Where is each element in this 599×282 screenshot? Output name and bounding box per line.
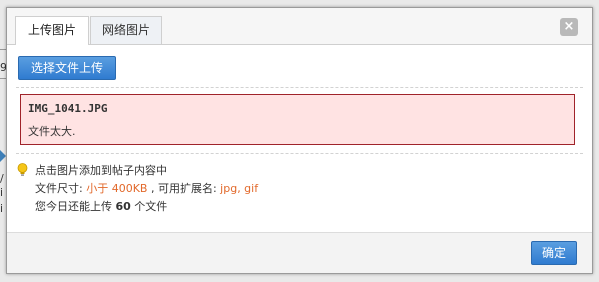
tab-web-image[interactable]: 网络图片: [90, 16, 162, 44]
close-icon[interactable]: ×: [560, 18, 578, 36]
quota-suffix: 个文件: [130, 200, 168, 213]
tab-upload-image[interactable]: 上传图片: [15, 16, 89, 45]
quota-count: 60: [115, 200, 131, 213]
lightbulb-icon: [17, 163, 28, 176]
ext-value: jpg, gif: [220, 182, 259, 195]
quota-prefix: 您今日还能上传: [35, 200, 116, 213]
tab-bar: 上传图片 网络图片 ×: [7, 8, 592, 45]
error-message-box: IMG_1041.JPG 文件太大.: [20, 94, 575, 145]
divider: [16, 153, 583, 154]
error-text: 文件太大.: [28, 125, 76, 138]
select-file-upload-button[interactable]: 选择文件上传: [18, 56, 116, 80]
tip-file-limits: 文件尺寸: 小于 400KB , 可用扩展名: jpg, gif: [35, 180, 258, 196]
error-filename: IMG_1041.JPG: [28, 102, 108, 115]
confirm-button[interactable]: 确定: [531, 241, 577, 265]
divider: [16, 87, 583, 88]
image-upload-dialog: 上传图片 网络图片 × 选择文件上传 IMG_1041.JPG 文件太大. 点击…: [6, 7, 593, 274]
size-value: 小于 400KB: [86, 182, 148, 195]
size-label: 文件尺寸:: [35, 182, 87, 195]
tip-click-to-insert: 点击图片添加到帖子内容中: [35, 164, 167, 177]
ext-label: , 可用扩展名:: [147, 182, 221, 195]
dialog-footer: 确定: [7, 232, 592, 273]
tip-daily-quota: 您今日还能上传 60 个文件: [35, 198, 167, 214]
